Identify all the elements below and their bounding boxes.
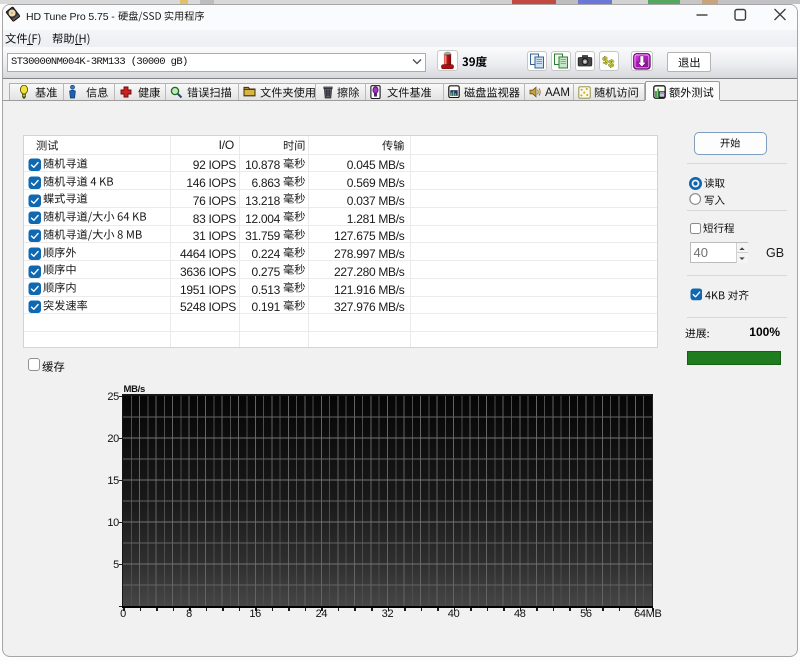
svg-text:$: $ <box>607 57 615 68</box>
